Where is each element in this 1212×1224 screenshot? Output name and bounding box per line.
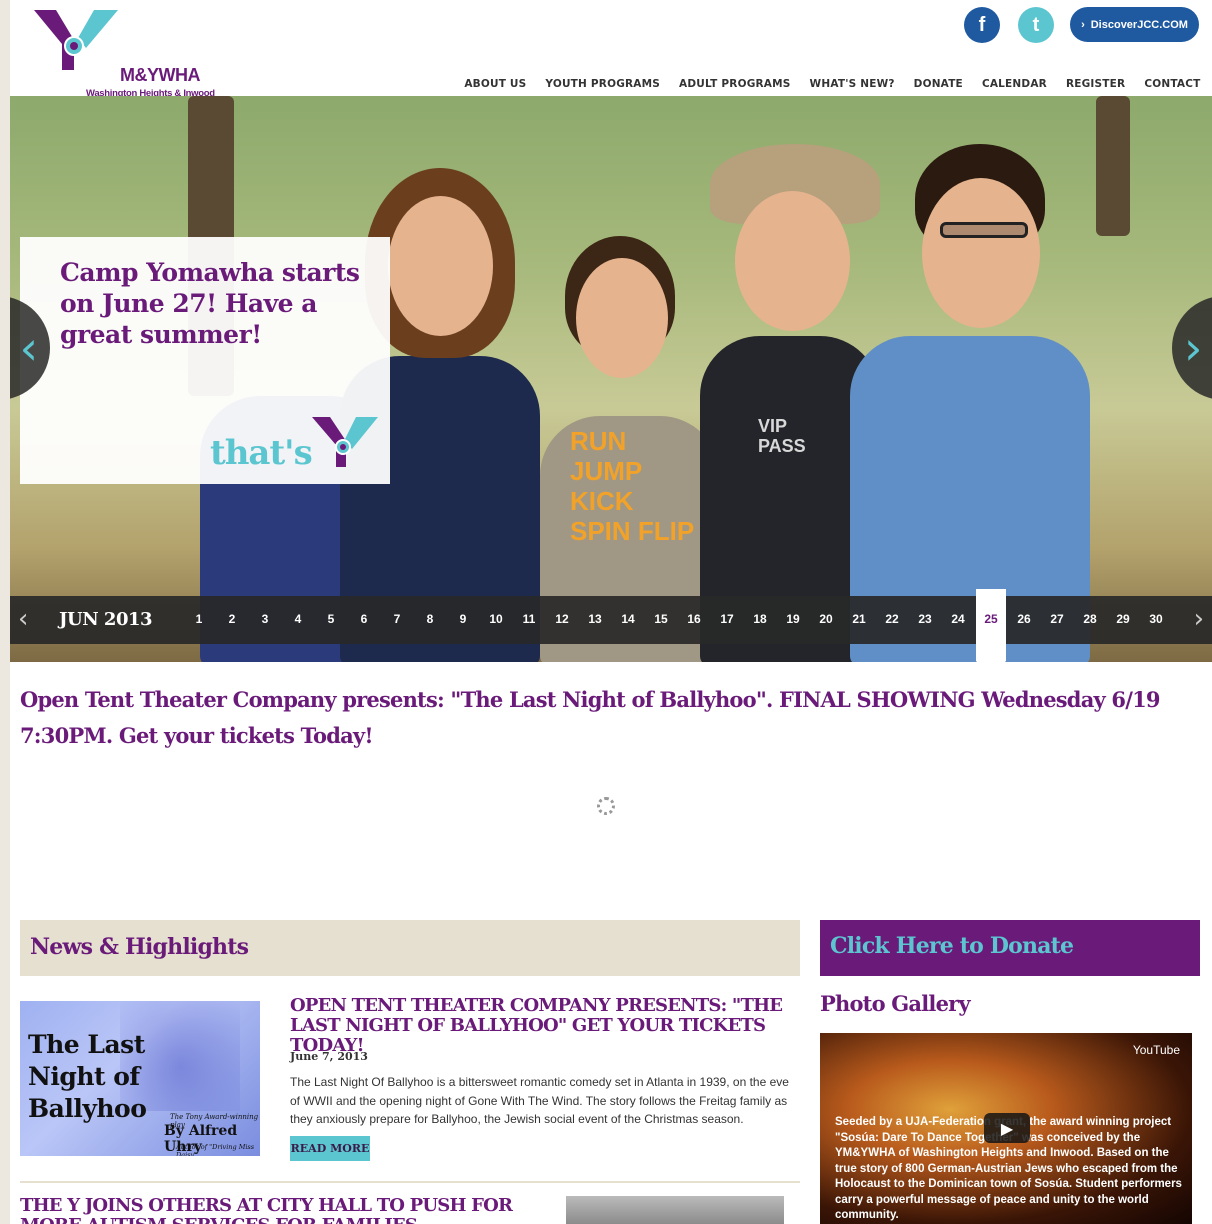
day-link[interactable]: 2 [217,612,247,626]
day-link[interactable]: 21 [844,612,874,626]
month-prev-icon[interactable]: ‹ [18,604,28,634]
thumbnail-title: The Last Night of Ballyhoo [28,1030,147,1123]
day-link[interactable]: 13 [580,612,610,626]
youtube-label: YouTube [1132,1043,1180,1057]
nav-about-us[interactable]: ABOUT US [455,78,536,90]
donate-link[interactable]: Click Here to Donate [830,933,1074,959]
nav-calendar[interactable]: CALENDAR [972,78,1056,90]
glasses [940,222,1028,238]
nav-adult-programs[interactable]: ADULT PROGRAMS [670,78,801,90]
nav-register[interactable]: REGISTER [1056,78,1134,90]
day-link[interactable]: 10 [481,612,511,626]
arrow-left-icon: ‹ [19,321,38,375]
day-link[interactable]: 18 [745,612,775,626]
loading-spinner-icon [597,797,615,815]
child-face [388,196,493,336]
month-next-icon[interactable]: › [1194,604,1204,634]
day-link[interactable]: 5 [316,612,346,626]
day-link[interactable]: 6 [349,612,379,626]
nav-youth-programs[interactable]: YOUTH PROGRAMS [536,78,670,90]
site-logo[interactable]: M&YWHA Washington Heights & Inwood [34,8,215,99]
article-title[interactable]: THE Y JOINS OTHERS AT CITY HALL TO PUSH … [20,1196,520,1224]
day-link[interactable]: 15 [646,612,676,626]
slide-promo-text: Camp Yomawha starts on June 27! Have a g… [60,258,360,349]
shirt-graphic: RUN JUMP KICK SPIN FLIP [570,426,695,546]
day-link[interactable]: 8 [415,612,445,626]
site-header: M&YWHA Washington Heights & Inwood f t ›… [10,0,1212,99]
day-link[interactable]: 19 [778,612,808,626]
day-link[interactable]: 16 [679,612,709,626]
day-link[interactable]: 20 [811,612,841,626]
calendar-date-bar: ‹ JUN 2013 1 2 3 4 5 6 7 8 9 10 11 12 13 14 15 16 17 18 19… [10,589,1212,675]
photo-gallery-title: Photo Gallery [820,991,971,1016]
day-link[interactable]: 3 [250,612,280,626]
child-face [922,178,1040,328]
calendar-month: JUN 2013 [59,609,153,630]
child-face [735,191,850,331]
news-section-header: News & Highlights [20,920,800,976]
logo-name: M&YWHA [120,65,201,85]
discover-jcc-label: DiscoverJCC.COM [1090,18,1188,31]
day-link[interactable]: 9 [448,612,478,626]
nav-donate[interactable]: DONATE [904,78,972,90]
day-link[interactable]: 26 [1009,612,1039,626]
nav-whats-new[interactable]: WHAT'S NEW? [800,78,904,90]
read-more-button[interactable]: READ MORE [290,1136,370,1161]
article-thumbnail[interactable]: The Last Night of Ballyhoo The Tony Awar… [20,1001,260,1156]
slider-next-button[interactable]: › [1172,296,1212,400]
day-link[interactable]: 27 [1042,612,1072,626]
article-date: June 7, 2013 [290,1050,368,1063]
article-divider [20,1181,800,1183]
shirt-graphic: VIP PASS [758,416,806,456]
day-link[interactable]: 22 [877,612,907,626]
arrow-right-icon: › [1184,321,1203,375]
article-title[interactable]: OPEN TENT THEATER COMPANY PRESENTS: "THE… [290,996,790,1056]
day-link[interactable]: 17 [712,612,742,626]
child-face [576,258,668,378]
day-selected[interactable]: 25 [976,589,1006,675]
discover-jcc-button[interactable]: › DiscoverJCC.COM [1070,7,1199,42]
day-link[interactable]: 23 [910,612,940,626]
hero-slider: RUN JUMP KICK SPIN FLIP VIP PASS Camp Yo… [10,96,1212,662]
day-link[interactable]: 11 [514,612,544,626]
featured-announcement[interactable]: Open Tent Theater Company presents: "The… [20,682,1200,754]
tree-trunk [1096,96,1130,236]
news-section-title: News & Highlights [30,934,249,960]
thats-y-logo-icon [312,417,378,467]
donate-banner[interactable]: Click Here to Donate [820,920,1200,976]
article-excerpt: The Last Night Of Ballyhoo is a bittersw… [290,1075,789,1126]
facebook-icon[interactable]: f [964,7,1000,43]
day-link[interactable]: 1 [184,612,214,626]
day-link[interactable]: 7 [382,612,412,626]
twitter-icon[interactable]: t [1018,7,1054,43]
day-link[interactable]: 30 [1141,612,1171,626]
thats-y-tagline: that's [210,433,313,473]
play-icon[interactable]: ▶ [984,1113,1030,1143]
thumbnail-author-note: Author of "Driving Miss Daisy" [176,1143,255,1156]
day-link[interactable]: 24 [943,612,973,626]
chevron-right-icon: › [1081,18,1085,31]
youtube-video-player[interactable]: YouTube Seeded by a UJA-Federation grant… [820,1033,1192,1224]
day-link[interactable]: 14 [613,612,643,626]
day-link[interactable]: 12 [547,612,577,626]
nav-contact[interactable]: CONTACT [1135,78,1210,90]
day-link[interactable]: 29 [1108,612,1138,626]
page-left-margin [0,0,10,1224]
main-nav: ABOUT US YOUTH PROGRAMS ADULT PROGRAMS W… [455,78,1210,90]
day-link[interactable]: 28 [1075,612,1105,626]
slide-promo-card[interactable]: Camp Yomawha starts on June 27! Have a g… [20,237,390,484]
article-thumbnail[interactable] [566,1196,784,1224]
day-link[interactable]: 4 [283,612,313,626]
